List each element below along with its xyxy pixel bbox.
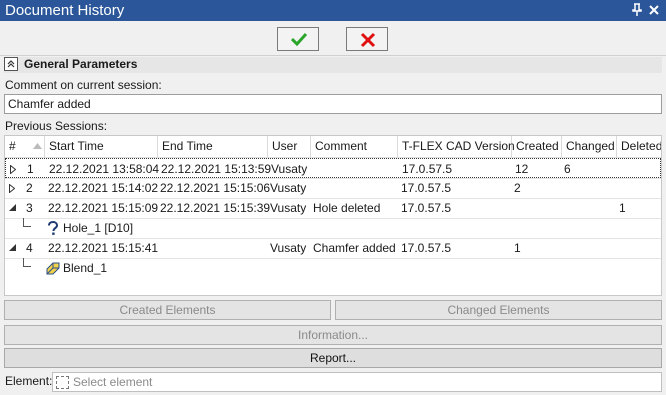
element-label: Element: bbox=[5, 374, 53, 388]
cell-user: Vusaty bbox=[270, 181, 307, 195]
cell-created: 2 bbox=[514, 181, 521, 195]
cell-num: 4 bbox=[26, 241, 33, 255]
cell-version: 17.0.57.5 bbox=[401, 181, 452, 195]
col-header-deleted[interactable]: Deleted bbox=[617, 136, 661, 157]
cell-start: 22.12.2021 15:15:09 bbox=[48, 201, 159, 215]
section-title: General Parameters bbox=[24, 57, 138, 71]
col-header-num[interactable]: # bbox=[5, 136, 45, 157]
previous-sessions-label: Previous Sessions: bbox=[5, 119, 108, 133]
col-header-created[interactable]: Created bbox=[512, 136, 562, 157]
ok-button[interactable] bbox=[277, 27, 319, 51]
cell-comment: Chamfer added bbox=[313, 241, 396, 255]
cell-user: Vusaty bbox=[270, 241, 307, 255]
check-icon bbox=[291, 32, 307, 46]
element-selector[interactable]: Select element bbox=[52, 372, 662, 392]
cell-end: 22.12.2021 15:15:39 bbox=[160, 201, 271, 215]
created-elements-button[interactable]: Created Elements bbox=[4, 300, 331, 320]
section-header[interactable]: General Parameters bbox=[4, 57, 662, 73]
comment-label: Comment on current session: bbox=[5, 78, 162, 92]
collapse-row-icon[interactable] bbox=[9, 204, 16, 211]
cell-num: 2 bbox=[26, 181, 33, 195]
cancel-button[interactable] bbox=[346, 27, 388, 51]
cell-start: 22.12.2021 13:58:04 bbox=[49, 162, 160, 176]
title-bar: Document History bbox=[0, 0, 666, 21]
information-button[interactable]: Information... bbox=[4, 325, 662, 345]
table-child-row[interactable]: Hole_1 [D10] bbox=[5, 218, 661, 238]
table-row[interactable]: 2 22.12.2021 15:14:02 22.12.2021 15:15:0… bbox=[5, 178, 661, 198]
table-row[interactable]: 4 22.12.2021 15:15:41 Vusaty Chamfer add… bbox=[5, 238, 661, 258]
expand-icon[interactable] bbox=[9, 184, 15, 193]
col-header-comment[interactable]: Comment bbox=[311, 136, 398, 157]
report-button[interactable]: Report... bbox=[4, 348, 662, 368]
question-icon bbox=[48, 221, 59, 235]
sessions-table[interactable]: # Start Time End Time User Comment T-FLE… bbox=[4, 135, 662, 296]
cell-created: 1 bbox=[514, 241, 521, 255]
element-placeholder: Select element bbox=[73, 375, 153, 389]
table-child-row[interactable]: Blend_1 bbox=[5, 258, 661, 278]
divider bbox=[0, 55, 666, 56]
child-label: Blend_1 bbox=[63, 261, 108, 275]
child-label: Hole_1 [D10] bbox=[63, 221, 134, 235]
cell-num: 1 bbox=[27, 162, 34, 176]
col-header-changed[interactable]: Changed bbox=[562, 136, 617, 157]
cell-deleted: 1 bbox=[619, 201, 626, 215]
select-icon bbox=[56, 376, 69, 389]
cell-start: 22.12.2021 15:15:41 bbox=[48, 241, 159, 255]
col-header-user[interactable]: User bbox=[268, 136, 311, 157]
col-header-start[interactable]: Start Time bbox=[45, 136, 158, 157]
cell-changed: 6 bbox=[564, 162, 571, 176]
pin-icon[interactable] bbox=[630, 2, 644, 18]
cell-end: 22.12.2021 15:15:06 bbox=[160, 181, 271, 195]
cell-version: 17.0.57.5 bbox=[401, 241, 452, 255]
col-header-version[interactable]: T-FLEX CAD Version bbox=[398, 136, 515, 157]
col-header-end[interactable]: End Time bbox=[158, 136, 268, 157]
collapse-row-icon[interactable] bbox=[9, 244, 16, 251]
cell-user: Vusaty bbox=[271, 162, 308, 176]
cell-start: 22.12.2021 15:14:02 bbox=[48, 181, 159, 195]
collapse-icon[interactable] bbox=[4, 57, 18, 71]
cell-created: 12 bbox=[515, 162, 529, 176]
cell-version: 17.0.57.5 bbox=[402, 162, 453, 176]
cell-end: 22.12.2021 15:13:59 bbox=[161, 162, 272, 176]
changed-elements-button[interactable]: Changed Elements bbox=[335, 300, 662, 320]
cell-num: 3 bbox=[26, 201, 33, 215]
sort-icon bbox=[33, 143, 42, 149]
expand-icon[interactable] bbox=[10, 165, 16, 174]
cell-version: 17.0.57.5 bbox=[401, 201, 452, 215]
table-row[interactable]: 1 22.12.2021 13:58:04 22.12.2021 15:13:5… bbox=[5, 158, 661, 178]
close-icon[interactable] bbox=[647, 2, 661, 18]
window-title: Document History bbox=[5, 2, 125, 19]
cross-icon bbox=[360, 32, 376, 48]
cell-user: Vusaty bbox=[270, 201, 307, 215]
table-row[interactable]: 3 22.12.2021 15:15:09 22.12.2021 15:15:3… bbox=[5, 198, 661, 218]
cell-comment: Hole deleted bbox=[313, 201, 381, 215]
comment-input[interactable]: Chamfer added bbox=[4, 94, 662, 114]
blend-icon bbox=[46, 262, 60, 275]
